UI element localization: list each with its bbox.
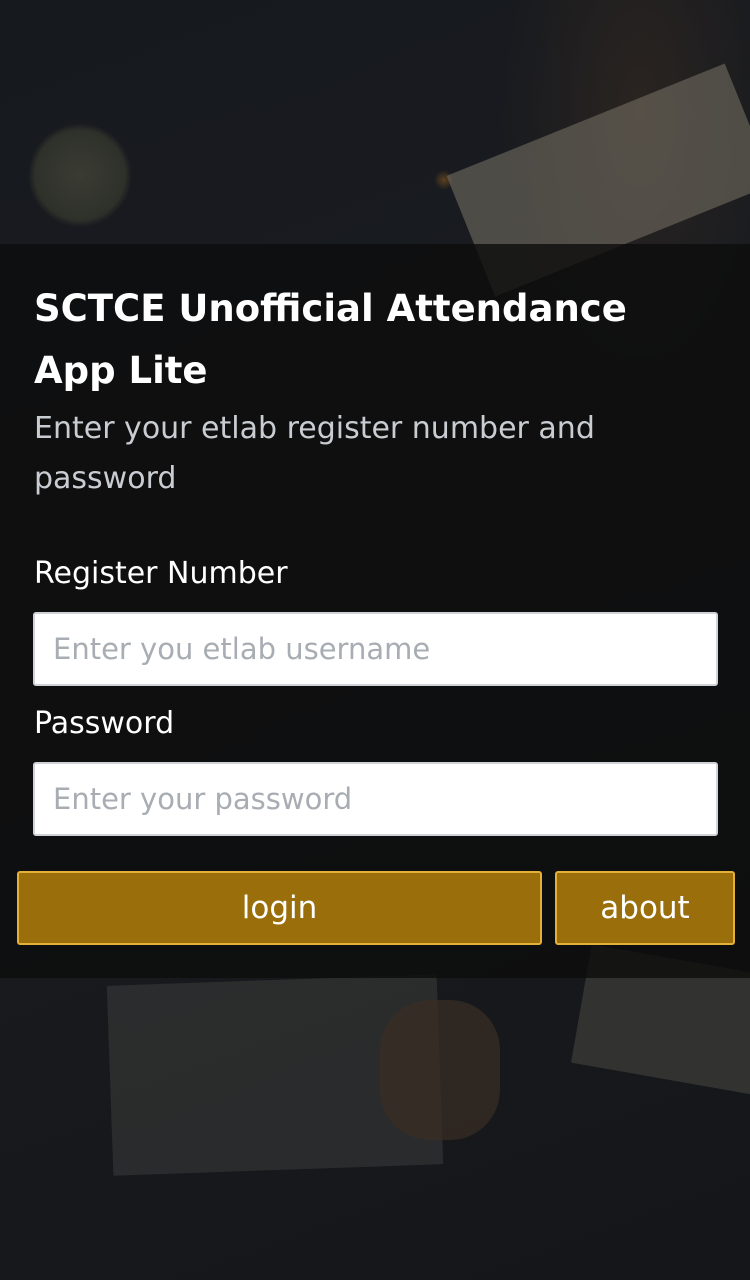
about-button[interactable]: about (555, 871, 735, 945)
register-number-label: Register Number (34, 556, 288, 591)
register-number-input[interactable] (33, 612, 718, 686)
app-subtitle: Enter your etlab register number and pas… (34, 411, 595, 496)
password-input[interactable] (33, 762, 718, 836)
login-button[interactable]: login (17, 871, 542, 945)
background-hand (380, 1000, 500, 1140)
login-screen: SCTCE Unofficial Attendance App Lite Ent… (0, 0, 750, 1280)
password-label: Password (34, 706, 175, 741)
app-title: SCTCE Unofficial Attendance App Lite (34, 287, 627, 392)
